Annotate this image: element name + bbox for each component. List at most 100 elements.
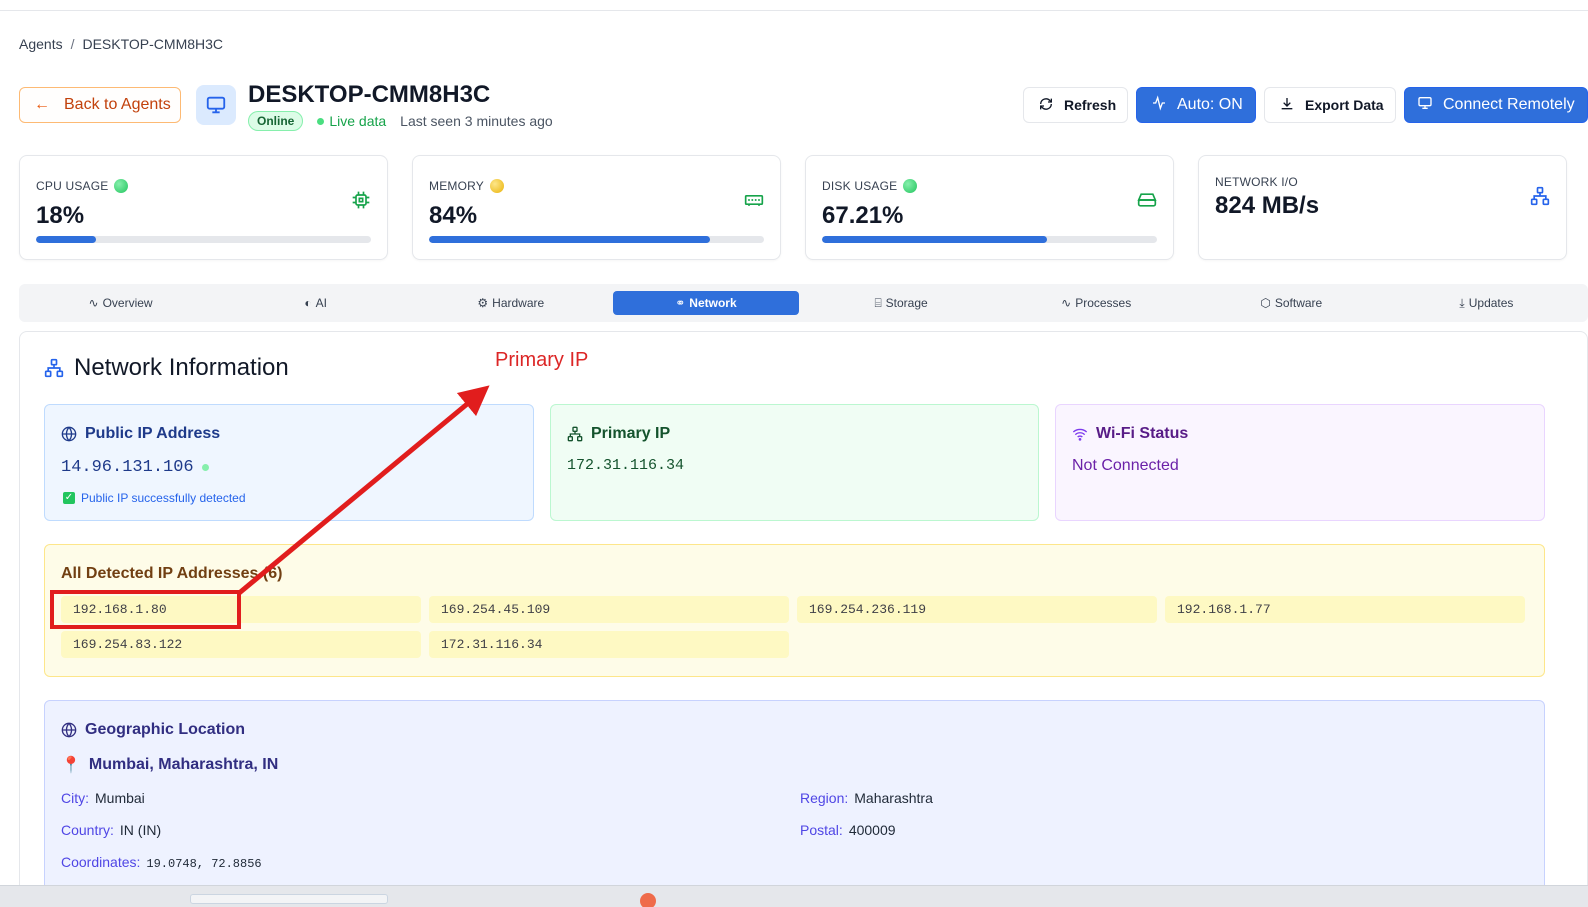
storage-icon: ⌸ — [874, 295, 882, 310]
back-to-agents-button[interactable]: ← Back to Agents — [19, 87, 181, 123]
memory-value: 84% — [429, 202, 478, 229]
coordinates-value: 19.0748, 72.8856 — [146, 857, 262, 871]
ip-address-chip[interactable]: 169.254.45.109 — [429, 596, 789, 623]
cpu-label-row: CPU USAGE — [36, 179, 129, 193]
public-ip-title: Public IP Address — [85, 425, 221, 442]
memory-progress-fill — [429, 236, 711, 243]
annotation-label: Primary IP — [495, 349, 589, 371]
breadcrumb-separator: / — [70, 36, 75, 52]
disk-label-row: DISK USAGE — [822, 179, 918, 193]
tab-storage[interactable]: ⌸ Storage — [809, 291, 994, 315]
tab-overview[interactable]: ∿ Overview — [28, 291, 213, 315]
network-io-card: NETWORK I/O 824 MB/s — [1198, 155, 1567, 260]
network-icon — [1530, 186, 1550, 206]
arrow-left-icon: ← — [34, 96, 50, 113]
monitor-icon — [196, 85, 236, 125]
hard-drive-icon — [1137, 193, 1157, 207]
geo-region: Region: Maharashtra — [800, 790, 933, 806]
section-title: Network Information — [74, 354, 289, 381]
taskbar-item[interactable] — [190, 894, 388, 904]
cpu-progress-fill — [36, 236, 97, 243]
status-dot-icon — [489, 179, 504, 193]
package-icon: ⬡ — [1260, 296, 1271, 310]
cpu-usage-card: CPU USAGE 18% — [19, 155, 388, 260]
tab-network[interactable]: ⚭ Network — [613, 291, 799, 315]
geo-postal: Postal: 400009 — [800, 822, 896, 838]
memory-card: MEMORY 84% — [412, 155, 781, 260]
connect-label: Connect Remotely — [1443, 96, 1575, 113]
geo-title: Geographic Location — [85, 721, 246, 738]
disk-label: DISK USAGE — [822, 179, 898, 193]
primary-ip-value[interactable]: 172.31.116.34 — [567, 457, 684, 474]
network-icon — [567, 426, 583, 442]
public-ip-value[interactable]: 14.96.131.106 — [61, 458, 194, 477]
wifi-icon — [1072, 428, 1088, 441]
ai-icon: ◐ — [304, 296, 312, 310]
status-badge: Online — [248, 111, 304, 131]
status-row: Online Live data Last seen 3 minutes ago — [248, 111, 553, 131]
auto-refresh-label: Auto: ON — [1177, 96, 1243, 113]
postal-label: Postal: — [800, 822, 843, 838]
cpu-icon — [352, 191, 370, 209]
network-value: 824 MB/s — [1215, 192, 1320, 219]
breadcrumb-agents-link[interactable]: Agents — [19, 36, 63, 52]
primary-ip-title: Primary IP — [591, 425, 671, 442]
map-pin-icon: 📍 — [61, 757, 81, 774]
wifi-status-card: Wi-Fi Status Not Connected — [1055, 404, 1545, 521]
cpu-label: CPU USAGE — [36, 179, 109, 193]
network-icon — [44, 358, 64, 378]
download-icon: ⤓ — [1459, 295, 1465, 310]
connect-remotely-button[interactable]: Connect Remotely — [1404, 87, 1588, 123]
network-label: NETWORK I/O — [1215, 175, 1298, 189]
activity-icon: ∿ — [1061, 296, 1072, 310]
taskbar-app-icon[interactable] — [640, 893, 656, 907]
memory-label-row: MEMORY — [429, 179, 504, 193]
breadcrumb: Agents / DESKTOP-CMM8H3C — [19, 36, 223, 52]
public-ip-card: Public IP Address 14.96.131.106 ✓ Public … — [44, 404, 534, 521]
ip-address-chip[interactable]: 169.254.236.119 — [797, 596, 1157, 623]
geo-title-row: Geographic Location — [61, 721, 245, 739]
city-label: City: — [61, 790, 89, 806]
geo-place-row: 📍 Mumbai, Maharashtra, IN — [61, 755, 278, 775]
download-icon — [1279, 96, 1295, 115]
all-ip-addresses-card: All Detected IP Addresses (6) 192.168.1.… — [44, 544, 1545, 677]
export-label: Export Data — [1305, 97, 1384, 113]
metrics-row: CPU USAGE 18% MEMORY 84% DISK USAGE 67.2… — [19, 155, 1588, 260]
network-panel: Network Information Public IP Address 14… — [19, 331, 1588, 907]
cpu-progress-bar — [36, 236, 371, 243]
country-value: IN (IN) — [119, 822, 162, 838]
ip-address-chip[interactable]: 172.31.116.34 — [429, 631, 789, 658]
tab-processes[interactable]: ∿ Processes — [1004, 291, 1189, 315]
annotation-highlight-box — [50, 590, 241, 629]
globe-icon — [61, 722, 77, 738]
tab-updates[interactable]: ⤓ Updates — [1394, 291, 1579, 315]
refresh-button[interactable]: Refresh — [1023, 87, 1128, 123]
export-data-button[interactable]: Export Data — [1264, 87, 1396, 123]
section-title-row: Network Information — [44, 354, 289, 382]
tab-label: AI — [315, 296, 327, 310]
tab-bar: ∿ Overview ◐ AI ⚙ Hardware ⚭ Network ⌸ Storag… — [19, 284, 1588, 322]
tab-software[interactable]: ⬡ Software — [1199, 291, 1384, 315]
status-dot-icon — [114, 179, 129, 193]
live-dot-icon — [317, 117, 325, 125]
auto-refresh-toggle[interactable]: Auto: ON — [1136, 87, 1256, 123]
tab-label: Processes — [1075, 296, 1132, 310]
ip-address-chip[interactable]: 169.254.83.122 — [61, 631, 421, 658]
status-dot-icon — [201, 464, 209, 471]
tab-hardware[interactable]: ⚙ Hardware — [418, 291, 603, 315]
geographic-location-card: Geographic Location 📍 Mumbai, Maharashtra… — [44, 700, 1545, 907]
last-seen: Last seen 3 minutes ago — [400, 113, 553, 129]
wifi-status-value: Not Connected — [1072, 457, 1179, 474]
coordinates-label: Coordinates: — [61, 854, 141, 870]
primary-ip-title-row: Primary IP — [567, 425, 670, 443]
ip-address-chip[interactable]: 192.168.1.77 — [1165, 596, 1525, 623]
tab-ai[interactable]: ◐ AI — [223, 291, 408, 315]
refresh-label: Refresh — [1064, 97, 1117, 113]
tab-label: Storage — [885, 296, 928, 310]
postal-value: 400009 — [848, 822, 896, 838]
memory-icon — [744, 195, 764, 206]
public-ip-note-row: ✓ Public IP successfully detected — [63, 491, 246, 505]
globe-icon — [61, 426, 77, 442]
tab-label: Hardware — [492, 296, 545, 310]
primary-ip-card: Primary IP 172.31.116.34 — [550, 404, 1039, 521]
